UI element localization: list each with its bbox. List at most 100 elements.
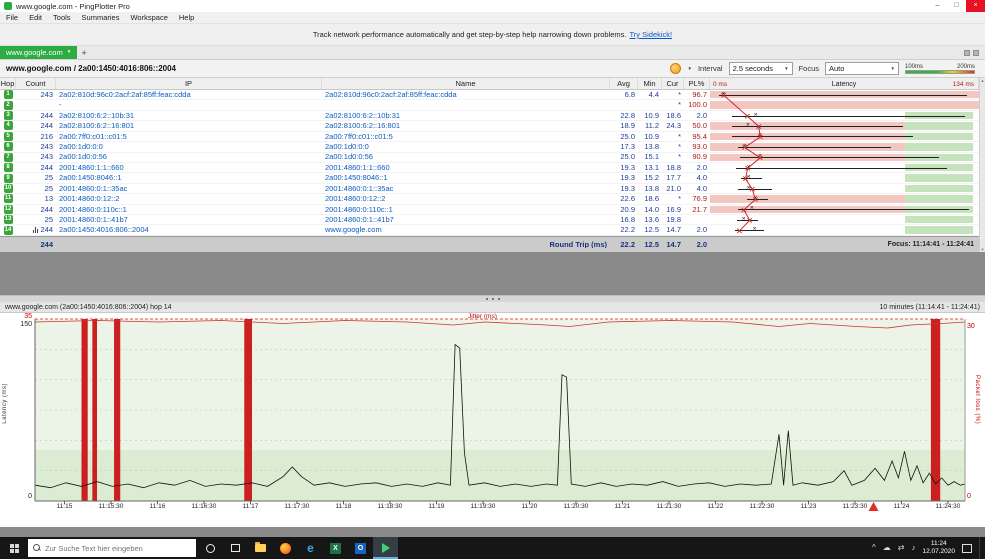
- cur-cell: 14.7: [666, 226, 681, 234]
- hop-row[interactable]: 4 244 2a02:8100:6:2::16:801 2a02:8100:6:2::…: [0, 121, 985, 132]
- search-input[interactable]: [45, 543, 191, 553]
- start-button[interactable]: [0, 537, 28, 559]
- file-explorer-icon[interactable]: [248, 537, 273, 559]
- name-cell[interactable]: 2a00:7ff0:c01::c01:5: [322, 133, 610, 141]
- tray-expand-icon[interactable]: ^: [872, 544, 876, 552]
- scroll-up-icon[interactable]: ▲: [981, 78, 985, 83]
- chevron-down-icon[interactable]: ▼: [67, 50, 71, 55]
- hop-row[interactable]: 10 25 2001:4860:0:1::35ac 2001:4860:0:1::35…: [0, 184, 985, 195]
- ip-cell[interactable]: 2a00:7ff0:c01::c01:5: [56, 133, 322, 141]
- menu-help[interactable]: Help: [179, 13, 194, 22]
- volume-icon[interactable]: ♪: [911, 544, 915, 552]
- ip-cell[interactable]: 2a00:1450:4016:806::2004: [56, 226, 322, 234]
- hop-row[interactable]: 13 25 2001:4860:0:1::41b7 2001:4860:0:1::41…: [0, 215, 985, 226]
- ip-cell[interactable]: 2001:4860:0:12::2: [56, 195, 322, 203]
- latency-zone-bg: [904, 174, 974, 182]
- hop-row[interactable]: 1 243 2a02:810d:96c0:2acf:2af:85ff:feac:cd…: [0, 90, 985, 101]
- action-center-icon[interactable]: [962, 543, 972, 553]
- cur-cell: 17.7: [666, 174, 681, 182]
- header-count[interactable]: Count: [16, 78, 56, 89]
- maximize-button[interactable]: □: [947, 0, 966, 12]
- hop-row[interactable]: 8 244 2001:4860:1:1::660 2001:4860:1:1::660…: [0, 163, 985, 174]
- name-cell[interactable]: 2001:4860:0:12::2: [322, 195, 610, 203]
- header-avg[interactable]: Avg: [610, 78, 638, 89]
- try-sidekick-link[interactable]: Try Sidekick!: [629, 30, 672, 39]
- menu-workspace[interactable]: Workspace: [130, 13, 167, 22]
- chevron-down-icon[interactable]: ▼: [687, 66, 691, 71]
- hop-row[interactable]: 14 244 2a00:1450:4016:806::2004 www.google.…: [0, 225, 985, 236]
- name-cell[interactable]: 2a02:810d:96c0:2acf:2af:85ff:feac:cdda: [322, 91, 610, 99]
- name-cell[interactable]: 2001:4860:0:1::41b7: [322, 216, 610, 224]
- name-cell[interactable]: 2001:4860:1:1::660: [322, 164, 610, 172]
- ip-cell[interactable]: 2a00:1d0:0:56: [56, 153, 322, 161]
- hop-row[interactable]: 7 243 2a00:1d0:0:56 2a00:1d0:0:56 25.0 15.1 * 9…: [0, 152, 985, 163]
- name-cell[interactable]: 2001:4860:0:110c::1: [322, 206, 610, 214]
- table-scrollbar[interactable]: ▲ ▼: [979, 78, 985, 252]
- task-view-icon[interactable]: [223, 537, 248, 559]
- focus-select[interactable]: Auto ▼: [825, 62, 899, 75]
- hop-row[interactable]: 12 244 2001:4860:0:110c::1 2001:4860:0:110c…: [0, 204, 985, 216]
- ip-cell[interactable]: 2001:4860:1:1::660: [56, 164, 322, 172]
- header-pl[interactable]: PL%: [684, 78, 710, 89]
- hop-row[interactable]: 11 13 2001:4860:0:12::2 2001:4860:0:12::2 22…: [0, 194, 985, 205]
- firefox-icon[interactable]: [273, 537, 298, 559]
- ip-cell[interactable]: 2a02:8100:6:2::16:801: [56, 122, 322, 130]
- hop-row[interactable]: 9 25 2a00:1450:8046::1 2a00:1450:8046::1 19.…: [0, 173, 985, 184]
- x-tick-label: 11:22: [707, 503, 724, 510]
- menu-file[interactable]: File: [6, 13, 18, 22]
- close-button[interactable]: ×: [966, 0, 985, 12]
- name-cell[interactable]: 2a02:8100:6:2::16:801: [322, 122, 610, 130]
- ip-cell[interactable]: 2a00:1d0:0:0: [56, 143, 322, 151]
- hop-row[interactable]: 5 216 2a00:7ff0:c01::c01:5 2a00:7ff0:c01::c…: [0, 131, 985, 143]
- taskbar-apps: eXO: [198, 537, 398, 559]
- ip-cell[interactable]: 2a00:1450:8046::1: [56, 174, 322, 182]
- pingplotter-icon[interactable]: [373, 537, 398, 559]
- status-indicator-button[interactable]: [670, 63, 682, 74]
- name-cell[interactable]: 2001:4860:0:1::35ac: [322, 185, 610, 193]
- new-tab-button[interactable]: +: [77, 46, 91, 59]
- min-max-range-line: [737, 219, 759, 221]
- hop-row[interactable]: 3 244 2a02:8100:6:2::10b:31 2a02:8100:6:2::…: [0, 111, 985, 122]
- ip-cell[interactable]: 2001:4860:0:1::41b7: [56, 216, 322, 224]
- ip-cell[interactable]: 2001:4860:0:110c::1: [56, 206, 322, 214]
- interval-select[interactable]: 2.5 seconds ▼: [728, 62, 793, 75]
- onedrive-icon[interactable]: ☁: [883, 544, 891, 552]
- header-ip[interactable]: IP: [56, 78, 322, 89]
- name-cell[interactable]: 2a00:1450:8046::1: [322, 174, 610, 182]
- edge-icon[interactable]: e: [298, 537, 323, 559]
- outlook-icon[interactable]: O: [348, 537, 373, 559]
- cortana-icon[interactable]: [198, 537, 223, 559]
- menu-tools[interactable]: Tools: [53, 13, 71, 22]
- menu-edit[interactable]: Edit: [29, 13, 42, 22]
- tab-active[interactable]: www.google.com ▼: [0, 46, 78, 59]
- show-desktop-button[interactable]: [979, 537, 982, 559]
- menu-summaries[interactable]: Summaries: [82, 13, 120, 22]
- name-cell[interactable]: 2a00:1d0:0:56: [322, 153, 610, 161]
- header-hop[interactable]: Hop: [0, 78, 16, 89]
- ip-cell[interactable]: 2001:4860:0:1::35ac: [56, 185, 322, 193]
- network-icon[interactable]: ⇄: [898, 544, 905, 552]
- hop-row[interactable]: 2 - * 100.0: [0, 100, 985, 111]
- count-cell: 25: [16, 216, 56, 224]
- taskbar-search[interactable]: [28, 539, 196, 557]
- taskbar-clock[interactable]: 11:24 12.07.2020: [922, 540, 955, 556]
- ip-cell[interactable]: 2a02:8100:6:2::10b:31: [56, 112, 322, 120]
- name-cell[interactable]: 2a02:8100:6:2::10b:31: [322, 112, 610, 120]
- header-name[interactable]: Name: [322, 78, 610, 89]
- hop-row[interactable]: 6 243 2a00:1d0:0:0 2a00:1d0:0:0 17.3 13.8 * 93.…: [0, 142, 985, 153]
- minimize-button[interactable]: –: [928, 0, 947, 12]
- name-cell[interactable]: 2a00:1d0:0:0: [322, 143, 610, 151]
- header-latency[interactable]: 0 ms Latency 134 ms: [710, 78, 979, 89]
- ip-cell[interactable]: -: [56, 101, 322, 109]
- count-value: 244: [40, 111, 53, 120]
- tabbar-button[interactable]: [973, 49, 979, 56]
- ip-cell[interactable]: 2a02:810d:96c0:2acf:2af:85ff:feac:cdda: [56, 91, 322, 99]
- header-min[interactable]: Min: [638, 78, 662, 89]
- time-graph[interactable]: 35 150 0 Latency (ms) 30 0 Packet loss (…: [0, 313, 985, 527]
- tabbar-button[interactable]: [964, 49, 970, 56]
- splitter-handle[interactable]: [0, 295, 985, 302]
- name-cell[interactable]: www.google.com: [322, 226, 610, 234]
- packet-loss-bar: [114, 319, 121, 501]
- excel-icon[interactable]: X: [323, 537, 348, 559]
- header-cur[interactable]: Cur: [662, 78, 684, 89]
